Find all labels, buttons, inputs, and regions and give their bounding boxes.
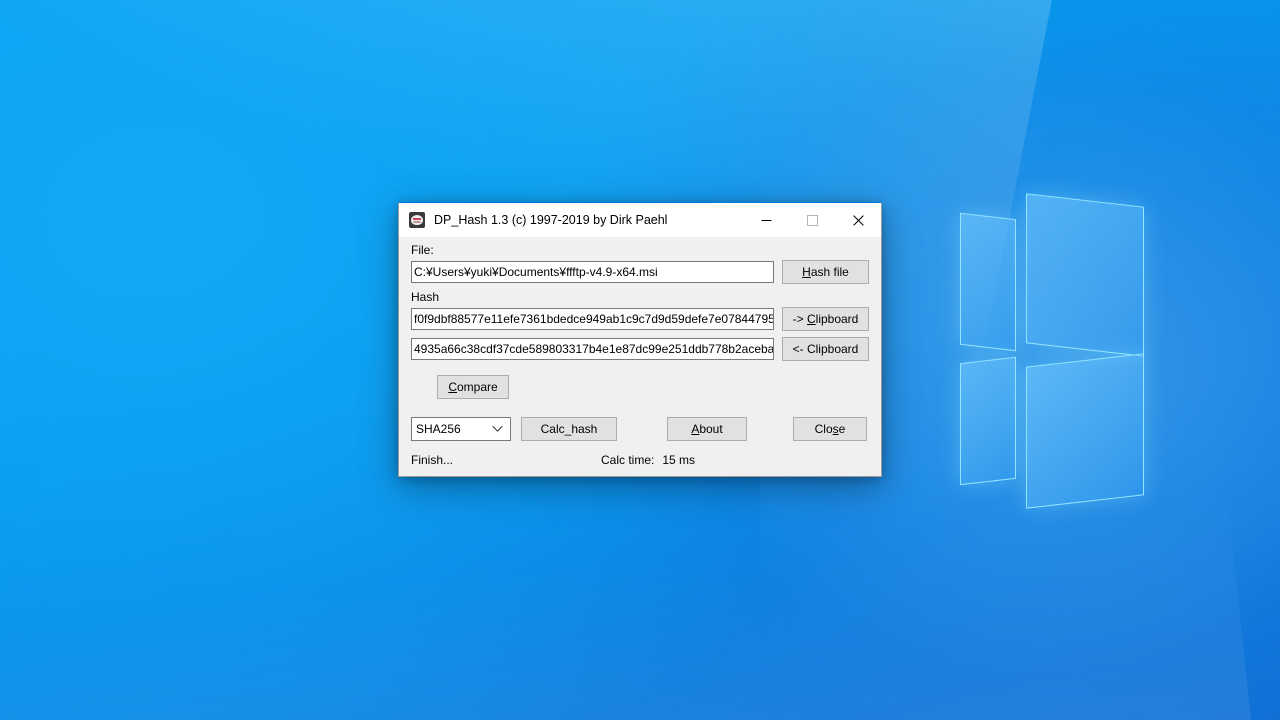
file-label: File:: [411, 243, 434, 257]
hash-value-input-1[interactable]: f0f9dbf88577e11efe7361bdedce949ab1c9c7d9…: [411, 308, 774, 330]
dp-hash-app-icon: [409, 212, 425, 228]
calc-time-label: Calc time:: [601, 453, 655, 467]
file-path-input[interactable]: C:¥Users¥yuki¥Documents¥ffftp-v4.9-x64.m…: [411, 261, 774, 283]
algorithm-select[interactable]: SHA256: [411, 417, 511, 441]
about-button[interactable]: About: [667, 417, 747, 441]
compare-row: Compare: [411, 375, 869, 399]
windows-logo-pane-bottom-right: [1026, 353, 1144, 509]
windows-logo-pane-top-left: [960, 212, 1016, 352]
hash-value-input-2[interactable]: 4935a66c38cdf37cde589803317b4e1e87dc99e2…: [411, 338, 774, 360]
windows-logo: [960, 190, 1160, 510]
from-clipboard-button[interactable]: <- Clipboard: [782, 337, 869, 361]
window-title: DP_Hash 1.3 (c) 1997-2019 by Dirk Paehl: [434, 213, 668, 227]
to-clipboard-button[interactable]: -> Clipboard: [782, 307, 869, 331]
hash-row-primary: f0f9dbf88577e11efe7361bdedce949ab1c9c7d9…: [411, 307, 869, 331]
minimize-button[interactable]: [743, 203, 789, 237]
maximize-icon: [806, 214, 818, 226]
hash-row-compare: 4935a66c38cdf37cde589803317b4e1e87dc99e2…: [411, 337, 869, 361]
actions-row: SHA256 Calc_hash About Close: [411, 417, 869, 441]
close-button[interactable]: [835, 203, 881, 237]
calc-time-value: 15 ms: [662, 453, 696, 467]
close-app-button[interactable]: Close: [793, 417, 867, 441]
file-row: C:¥Users¥yuki¥Documents¥ffftp-v4.9-x64.m…: [411, 260, 869, 284]
status-bar: Finish... Calc time: 15 ms: [411, 453, 869, 467]
windows-logo-pane-top-right: [1026, 193, 1144, 357]
windows-logo-pane-bottom-left: [960, 356, 1016, 486]
algorithm-selected-value: SHA256: [416, 422, 461, 436]
calc-hash-label: Calc_hash: [540, 422, 598, 436]
maximize-button[interactable]: [789, 203, 835, 237]
hash-label: Hash: [411, 290, 440, 304]
hash-file-button[interactable]: Hash file: [782, 260, 869, 284]
dp-hash-window: DP_Hash 1.3 (c) 1997-2019 by Dirk Paehl …: [398, 202, 882, 477]
status-message: Finish...: [411, 453, 454, 467]
chevron-down-icon: [492, 425, 503, 432]
minimize-icon: [761, 219, 771, 221]
window-titlebar[interactable]: DP_Hash 1.3 (c) 1997-2019 by Dirk Paehl: [399, 203, 881, 237]
close-icon: [852, 214, 864, 226]
window-client-area: File: C:¥Users¥yuki¥Documents¥ffftp-v4.9…: [399, 243, 881, 467]
compare-button[interactable]: Compare: [437, 375, 509, 399]
desktop-background: DP_Hash 1.3 (c) 1997-2019 by Dirk Paehl …: [0, 0, 1280, 720]
calc-hash-button[interactable]: Calc_hash: [521, 417, 617, 441]
